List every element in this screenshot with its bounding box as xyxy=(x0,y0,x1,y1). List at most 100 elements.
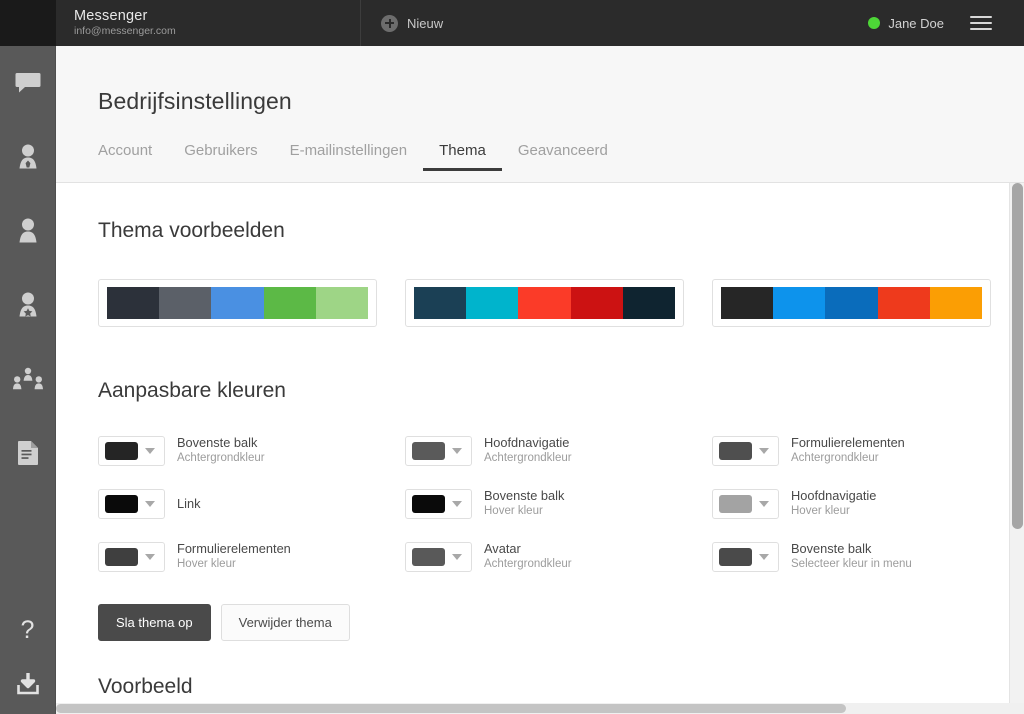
color-picker-sublabel: Achtergrondkleur xyxy=(484,558,572,570)
color-picker-sublabel: Hover kleur xyxy=(791,505,850,517)
color-picker-control[interactable] xyxy=(98,435,165,466)
theme-preview-3[interactable] xyxy=(712,279,991,327)
menu-button[interactable] xyxy=(970,0,1024,46)
new-button[interactable]: Nieuw xyxy=(361,0,463,46)
left-sidebar: ? xyxy=(0,46,56,714)
vertical-scrollbar-thumb[interactable] xyxy=(1012,183,1023,529)
color-picker-labels: Bovenste balk Hover kleur xyxy=(484,488,564,519)
color-picker-bovenste-balk-hover: Bovenste balk Hover kleur xyxy=(405,488,712,519)
color-picker-hoofdnavigatie-hover: Hoofdnavigatie Hover kleur xyxy=(712,488,1019,519)
color-picker-sublabel: Achtergrondkleur xyxy=(177,452,265,464)
chevron-down-icon xyxy=(759,500,769,507)
top-bar-spacer xyxy=(463,0,868,46)
app-window: Messenger info@messenger.com Nieuw Jane … xyxy=(0,0,1024,714)
color-picker-control[interactable] xyxy=(712,488,779,519)
tab-geavanceerd[interactable]: Geavanceerd xyxy=(502,142,624,171)
color-picker-control[interactable] xyxy=(712,435,779,466)
color-picker-labels: Hoofdnavigatie Hover kleur xyxy=(791,488,876,519)
save-theme-button[interactable]: Sla thema op xyxy=(98,604,211,641)
brand-block[interactable]: Messenger info@messenger.com xyxy=(56,0,361,46)
color-swatch xyxy=(412,547,445,566)
user-icon xyxy=(16,218,40,244)
theme-actions: Sla thema op Verwijder thema xyxy=(98,604,966,641)
color-swatch xyxy=(719,441,752,460)
color-picker-label: Hoofdnavigatie xyxy=(484,435,570,450)
top-bar: Messenger info@messenger.com Nieuw Jane … xyxy=(0,0,1024,46)
chevron-down-icon xyxy=(452,500,462,507)
color-picker-formulierelementen-achtergrond: Formulierelementen Achtergrondkleur xyxy=(712,435,1019,466)
color-picker-control[interactable] xyxy=(98,488,165,519)
theme-preview-2[interactable] xyxy=(405,279,684,327)
color-picker-labels: Bovenste balk Selecteer kleur in menu xyxy=(791,541,912,572)
new-button-label: Nieuw xyxy=(407,15,444,31)
vertical-scrollbar[interactable] xyxy=(1009,183,1024,714)
settings-tabs: Account Gebruikers E-mailinstellingen Th… xyxy=(98,142,624,171)
color-swatch xyxy=(105,441,138,460)
color-swatch xyxy=(412,494,445,513)
color-picker-label: Bovenste balk xyxy=(177,435,258,450)
tab-account[interactable]: Account xyxy=(98,142,168,171)
color-picker-control[interactable] xyxy=(405,541,472,572)
chevron-down-icon xyxy=(145,447,155,454)
delete-theme-button[interactable]: Verwijder thema xyxy=(220,604,350,641)
sidebar-item-user[interactable] xyxy=(0,194,56,268)
color-picker-labels: Hoofdnavigatie Achtergrondkleur xyxy=(484,435,572,466)
color-picker-labels: Link xyxy=(177,496,200,512)
theme-swatch xyxy=(825,287,878,319)
color-swatch xyxy=(105,494,138,513)
document-icon xyxy=(17,440,39,466)
color-picker-avatar-achtergrond: Avatar Achtergrondkleur xyxy=(405,541,712,572)
color-picker-labels: Formulierelementen Hover kleur xyxy=(177,541,291,572)
color-picker-grid: Bovenste balk Achtergrondkleur Hoofdnavi… xyxy=(98,435,966,572)
theme-swatch xyxy=(518,287,571,319)
theme-preview-list xyxy=(98,279,991,327)
color-picker-sublabel: Hover kleur xyxy=(177,558,236,570)
color-picker-sublabel: Selecteer kleur in menu xyxy=(791,558,912,570)
theme-swatch xyxy=(721,287,774,319)
download-icon xyxy=(15,672,41,701)
user-menu[interactable]: Jane Doe xyxy=(868,0,970,46)
sidebar-item-help[interactable]: ? xyxy=(0,602,56,658)
color-picker-control[interactable] xyxy=(712,541,779,572)
theme-swatch xyxy=(414,287,467,319)
page-header: Bedrijfsinstellingen Account Gebruikers … xyxy=(56,46,1024,183)
color-picker-control[interactable] xyxy=(405,435,472,466)
theme-swatch xyxy=(622,287,676,319)
color-picker-label: Link xyxy=(177,495,201,511)
color-picker-sublabel: Hover kleur xyxy=(484,505,543,517)
color-picker-label: Formulierelementen xyxy=(177,541,291,556)
sidebar-item-documents[interactable] xyxy=(0,416,56,490)
next-section-title: Voorbeeld xyxy=(98,675,193,698)
theme-swatch xyxy=(570,287,623,319)
color-picker-label: Hoofdnavigatie xyxy=(791,488,877,503)
color-picker-label: Formulierelementen xyxy=(791,435,905,450)
theme-previews-title: Thema voorbeelden xyxy=(98,219,285,242)
user-star-icon xyxy=(16,292,40,318)
group-icon xyxy=(12,367,43,391)
tab-gebruikers[interactable]: Gebruikers xyxy=(168,142,273,171)
sidebar-item-groups[interactable] xyxy=(0,342,56,416)
horizontal-scrollbar-thumb[interactable] xyxy=(56,704,846,713)
theme-preview-1[interactable] xyxy=(98,279,377,327)
horizontal-scrollbar[interactable] xyxy=(56,703,1024,714)
sidebar-item-download[interactable] xyxy=(0,658,56,714)
plus-circle-icon xyxy=(381,14,398,32)
sidebar-item-chat[interactable] xyxy=(0,46,56,120)
color-picker-control[interactable] xyxy=(98,541,165,572)
tab-thema[interactable]: Thema xyxy=(423,142,502,171)
brand-email: info@messenger.com xyxy=(74,25,176,37)
chevron-down-icon xyxy=(759,553,769,560)
color-picker-link: Link xyxy=(98,488,405,519)
color-picker-bovenste-balk-achtergrond: Bovenste balk Achtergrondkleur xyxy=(98,435,405,466)
chevron-down-icon xyxy=(759,447,769,454)
brand-title: Messenger xyxy=(74,8,148,24)
sidebar-item-contact[interactable] xyxy=(0,120,56,194)
user-badge-icon xyxy=(16,144,40,170)
color-picker-control[interactable] xyxy=(405,488,472,519)
theme-swatch xyxy=(211,287,264,319)
sidebar-bottom-group: ? xyxy=(0,602,56,714)
hamburger-icon xyxy=(970,0,1006,46)
sidebar-item-favorite[interactable] xyxy=(0,268,56,342)
tab-emailinstellingen[interactable]: E-mailinstellingen xyxy=(274,142,424,171)
theme-swatch xyxy=(466,287,519,319)
